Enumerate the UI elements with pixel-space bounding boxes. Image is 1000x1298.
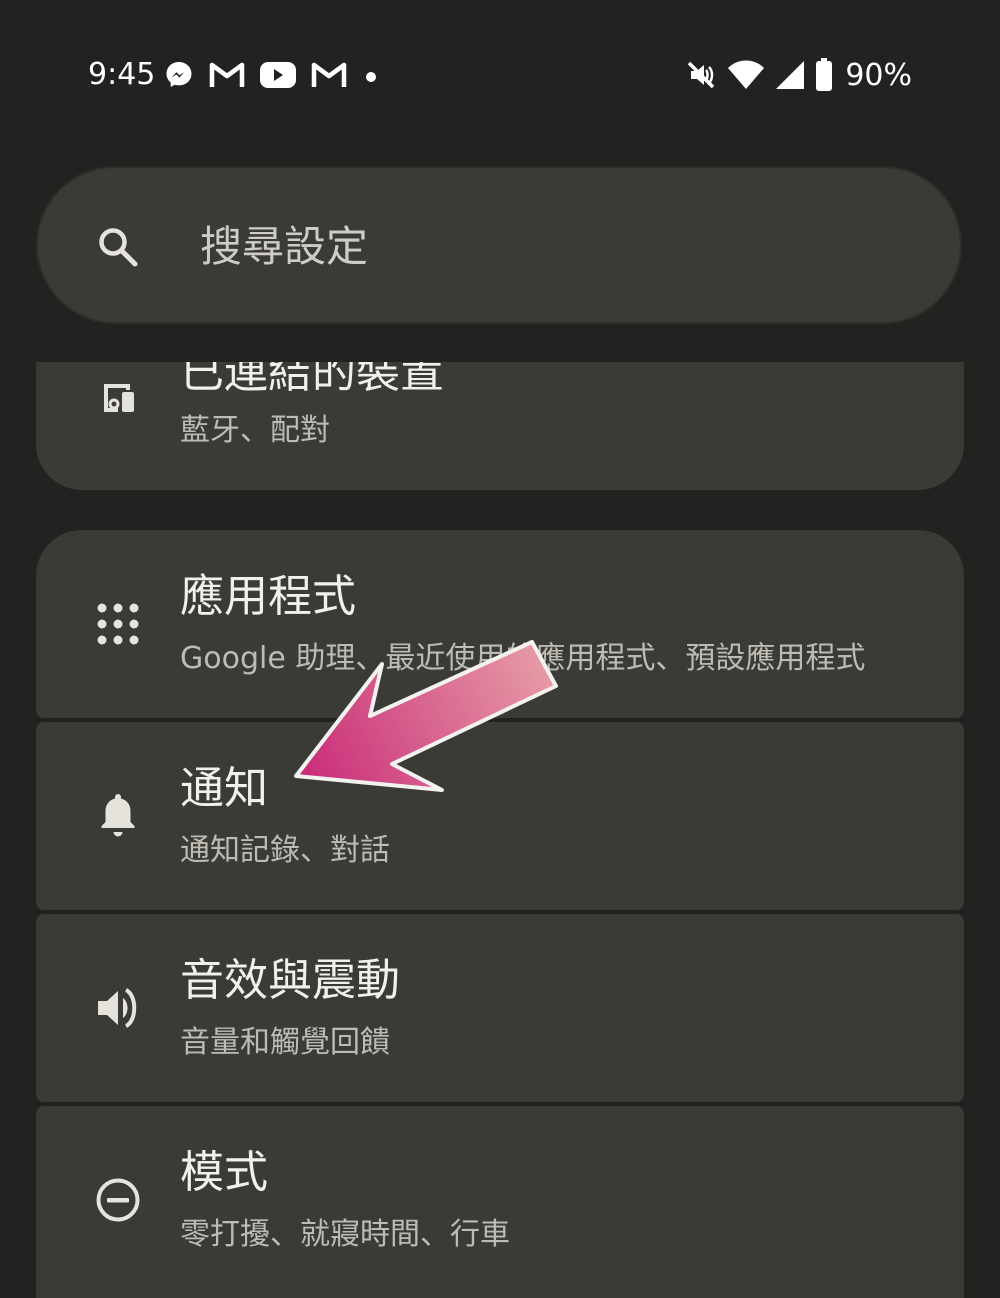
bell-icon xyxy=(101,794,135,837)
item-title: 應用程式 xyxy=(180,571,356,622)
battery-icon xyxy=(816,58,833,91)
gmail-icon-2 xyxy=(311,62,347,87)
battery-percent: 90% xyxy=(845,57,912,93)
settings-item-modes[interactable]: 模式 零打擾、就寢時間、行車 xyxy=(36,1106,964,1298)
item-title: 通知 xyxy=(180,763,268,814)
connected-devices-icon xyxy=(104,384,134,412)
item-title: 已連結的裝置 xyxy=(180,362,444,398)
more-notifications-dot-icon xyxy=(366,72,376,82)
wifi-icon xyxy=(728,60,765,89)
modes-icon xyxy=(96,1178,140,1222)
messenger-icon xyxy=(166,62,192,87)
item-title: 模式 xyxy=(180,1147,268,1198)
item-subtitle: Google 助理、最近使用的應用程式、預設應用程式 xyxy=(180,641,866,676)
settings-item-apps[interactable]: 應用程式 Google 助理、最近使用的應用程式、預設應用程式 xyxy=(36,530,964,718)
settings-item-connected-devices[interactable]: 已連結的裝置 藍牙、配對 xyxy=(36,362,964,490)
volume-icon xyxy=(98,988,137,1028)
item-subtitle: 音量和觸覺回饋 xyxy=(180,1025,390,1060)
item-subtitle: 藍牙、配對 xyxy=(180,413,330,448)
search-settings-bar[interactable]: 搜尋設定 xyxy=(36,166,962,324)
system-icons: 90% xyxy=(685,56,912,94)
mute-vibrate-icon xyxy=(688,61,715,89)
settings-item-sound-vibration[interactable]: 音效與震動 音量和觸覺回饋 xyxy=(36,914,964,1102)
status-bar: 9:45 90% xyxy=(0,0,1000,150)
item-title: 音效與震動 xyxy=(180,955,400,1006)
notification-icons xyxy=(163,58,381,92)
item-subtitle: 零打擾、就寢時間、行車 xyxy=(180,1217,510,1252)
settings-item-notifications[interactable]: 通知 通知記錄、對話 xyxy=(36,722,964,910)
search-placeholder: 搜尋設定 xyxy=(200,222,369,271)
apps-grid-icon xyxy=(97,603,139,645)
item-subtitle: 通知記錄、對話 xyxy=(180,833,390,868)
gmail-icon xyxy=(209,62,245,87)
youtube-icon xyxy=(260,62,296,88)
search-icon xyxy=(99,228,138,267)
signal-icon xyxy=(776,61,805,89)
status-time: 9:45 xyxy=(88,57,156,92)
settings-screen: 9:45 90% 搜尋設定 已連結的裝置 藍牙、配對 應用程式 Google 助… xyxy=(0,0,1000,1298)
